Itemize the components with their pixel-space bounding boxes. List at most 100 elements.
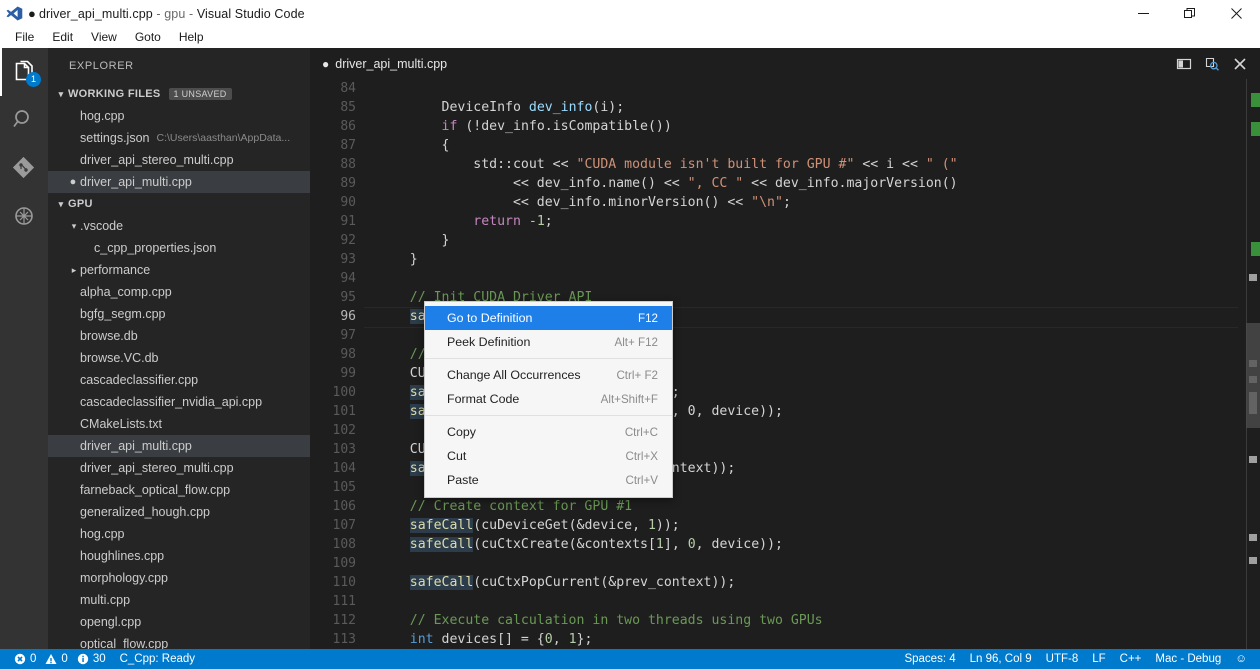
code-line-content: std::cout << "CUDA module isn't built fo…: [378, 157, 957, 172]
file-tree-item[interactable]: cascadeclassifier.cpp: [48, 369, 310, 391]
window-title: ● driver_api_multi.cpp - gpu - Visual Stu…: [28, 5, 305, 21]
line-number: 106: [332, 499, 356, 514]
menu-file[interactable]: File: [6, 27, 43, 47]
code-line[interactable]: 112 // Execute calculation in two thread…: [310, 611, 1260, 630]
code-line[interactable]: 90 << dev_info.minorVersion() << "\n";: [310, 193, 1260, 212]
menu-goto[interactable]: Goto: [126, 27, 170, 47]
code-line[interactable]: 109: [310, 554, 1260, 573]
context-menu-item-paste[interactable]: Paste Ctrl+V: [425, 468, 672, 492]
status-language-mode[interactable]: C++: [1113, 649, 1149, 669]
menu-edit[interactable]: Edit: [43, 27, 82, 47]
menu-view[interactable]: View: [82, 27, 126, 47]
status-encoding[interactable]: UTF-8: [1039, 649, 1086, 669]
file-tree-item[interactable]: ▸ performance: [48, 259, 310, 281]
status-eol[interactable]: LF: [1085, 649, 1112, 669]
code-line[interactable]: 88 std::cout << "CUDA module isn't built…: [310, 155, 1260, 174]
code-token: if: [441, 119, 458, 134]
code-line-content: safeCall(cuDeviceGet(&device, 1));: [378, 518, 680, 533]
file-tree-item[interactable]: driver_api_multi.cpp: [48, 435, 310, 457]
overview-mark-occurrence: [1249, 557, 1257, 564]
chevron-right-icon: ▸: [71, 264, 77, 275]
find-in-file-icon[interactable]: [1198, 48, 1226, 79]
file-tree-item[interactable]: driver_api_stereo_multi.cpp: [48, 457, 310, 479]
menu-help[interactable]: Help: [170, 27, 213, 47]
activity-debug-button[interactable]: [0, 192, 48, 240]
status-feedback-smiley-icon[interactable]: ☺: [1228, 649, 1254, 669]
code-line[interactable]: 91 return -1;: [310, 212, 1260, 231]
file-tree-item[interactable]: farneback_optical_flow.cpp: [48, 479, 310, 501]
context-menu-item-change-all-occurrences[interactable]: Change All Occurrences Ctrl+ F2: [425, 363, 672, 387]
activity-search-button[interactable]: [0, 96, 48, 144]
code-line[interactable]: 84: [310, 79, 1260, 98]
status-build-config[interactable]: Mac - Debug: [1148, 649, 1228, 669]
file-tree-item[interactable]: generalized_hough.cpp: [48, 501, 310, 523]
code-token: (i);: [592, 100, 625, 115]
editor-tab-driver-api-multi[interactable]: ● driver_api_multi.cpp: [310, 48, 462, 79]
working-file-item[interactable]: settings.json C:\Users\aasthan\AppData...: [48, 127, 310, 149]
folder-section-header[interactable]: ▾ GPU: [48, 193, 310, 215]
line-number: 110: [332, 575, 356, 590]
split-editor-icon[interactable]: [1170, 48, 1198, 79]
code-line[interactable]: 93 }: [310, 250, 1260, 269]
code-line[interactable]: 113 int devices[] = {0, 1};: [310, 630, 1260, 649]
file-tree-item[interactable]: multi.cpp: [48, 589, 310, 611]
file-tree-item[interactable]: houghlines.cpp: [48, 545, 310, 567]
working-file-item[interactable]: ● driver_api_multi.cpp: [48, 171, 310, 193]
code-line[interactable]: 111: [310, 592, 1260, 611]
code-line[interactable]: 108 safeCall(cuCtxCreate(&contexts[1], 0…: [310, 535, 1260, 554]
context-menu-item-format-code[interactable]: Format Code Alt+Shift+F: [425, 387, 672, 411]
code-token: 1: [655, 537, 664, 552]
minimize-button[interactable]: [1120, 0, 1166, 26]
file-tree-item[interactable]: c_cpp_properties.json: [48, 237, 310, 259]
file-tree-item[interactable]: hog.cpp: [48, 523, 310, 545]
code-line[interactable]: 110 safeCall(cuCtxPopCurrent(&prev_conte…: [310, 573, 1260, 592]
code-token: // Execute calculation in two threads us…: [409, 613, 823, 628]
file-tree-item[interactable]: cascadeclassifier_nvidia_api.cpp: [48, 391, 310, 413]
overview-ruler[interactable]: [1238, 79, 1260, 649]
maximize-button[interactable]: [1166, 0, 1212, 26]
status-cursor-position[interactable]: Ln 96, Col 9: [963, 649, 1039, 669]
context-menu-item-cut[interactable]: Cut Ctrl+X: [425, 444, 672, 468]
code-token: {: [378, 138, 450, 153]
working-file-item[interactable]: hog.cpp: [48, 105, 310, 127]
activity-explorer-button[interactable]: 1: [0, 48, 48, 96]
context-menu-item-copy[interactable]: Copy Ctrl+C: [425, 420, 672, 444]
code-line[interactable]: 94: [310, 269, 1260, 288]
code-token: return: [473, 214, 521, 229]
context-menu-item-peek-definition[interactable]: Peek Definition Alt+ F12: [425, 330, 672, 354]
working-file-item[interactable]: driver_api_stereo_multi.cpp: [48, 149, 310, 171]
file-tree-item[interactable]: alpha_comp.cpp: [48, 281, 310, 303]
close-editor-icon[interactable]: [1226, 48, 1254, 79]
file-tree-item[interactable]: ▾ .vscode: [48, 215, 310, 237]
context-menu-item-go-to-definition[interactable]: Go to Definition F12: [425, 306, 672, 330]
file-tree-item[interactable]: optical_flow.cpp: [48, 633, 310, 649]
code-line[interactable]: 106 // Create context for GPU #1: [310, 497, 1260, 516]
file-tree-item[interactable]: browse.VC.db: [48, 347, 310, 369]
code-line[interactable]: 85 DeviceInfo dev_info(i);: [310, 98, 1260, 117]
line-number: 105: [332, 480, 356, 495]
overview-mark-occurrence: [1249, 274, 1257, 281]
code-token: };: [576, 632, 593, 647]
code-token: << i <<: [854, 157, 926, 172]
file-tree-label: optical_flow.cpp: [80, 637, 169, 649]
close-button[interactable]: [1212, 0, 1260, 26]
file-tree-item[interactable]: bgfg_segm.cpp: [48, 303, 310, 325]
status-indentation[interactable]: Spaces: 4: [897, 649, 962, 669]
editor-scrollbar-thumb[interactable]: [1246, 323, 1260, 428]
status-problems[interactable]: 0 0 30: [7, 649, 113, 669]
context-menu-separator: [425, 415, 672, 416]
activity-source-control-button[interactable]: [0, 144, 48, 192]
file-tree-label: .vscode: [80, 219, 124, 233]
working-files-section-header[interactable]: ▾ WORKING FILES 1 UNSAVED: [48, 83, 310, 105]
file-tree-item[interactable]: morphology.cpp: [48, 567, 310, 589]
code-line[interactable]: 89 << dev_info.name() << ", CC " << dev_…: [310, 174, 1260, 193]
file-tree-item[interactable]: CMakeLists.txt: [48, 413, 310, 435]
file-tree-item[interactable]: browse.db: [48, 325, 310, 347]
code-line[interactable]: 107 safeCall(cuDeviceGet(&device, 1));: [310, 516, 1260, 535]
code-line[interactable]: 87 {: [310, 136, 1260, 155]
code-line[interactable]: 92 }: [310, 231, 1260, 250]
code-line[interactable]: 86 if (!dev_info.isCompatible()): [310, 117, 1260, 136]
file-tree-item[interactable]: opengl.cpp: [48, 611, 310, 633]
status-task[interactable]: C_Cpp: Ready: [113, 649, 202, 669]
